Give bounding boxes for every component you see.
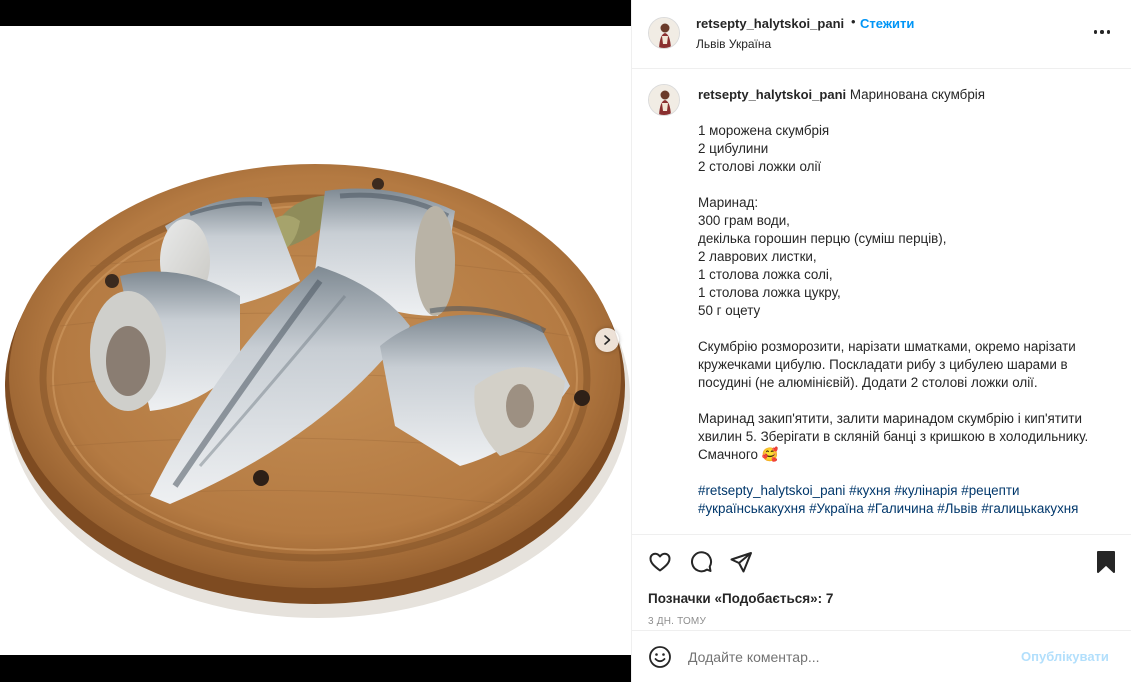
caption-username[interactable]: retsepty_halytskoi_pani xyxy=(698,87,846,102)
caption-line: 2 столові ложки олії xyxy=(698,159,822,174)
follow-button[interactable]: Стежити xyxy=(860,16,914,31)
caption-line: 2 цибулини xyxy=(698,141,769,156)
separator-dot: • xyxy=(851,14,856,29)
caption-area: retsepty_halytskoi_pani Маринована скумб… xyxy=(632,69,1131,534)
publish-button[interactable]: Опублікувати xyxy=(1021,649,1109,664)
header-username[interactable]: retsepty_halytskoi_pani xyxy=(696,16,844,31)
caption-line: Скумбрію розморозити, нарізати шматками,… xyxy=(698,339,1080,390)
more-dot xyxy=(1106,30,1111,34)
caption-line: Смачного 🥰 xyxy=(698,447,779,462)
chevron-right-icon xyxy=(604,335,611,345)
comment-bar: Опублікувати xyxy=(632,630,1131,682)
hashtag-link[interactable]: #retsepty_halytskoi_pani xyxy=(698,483,845,498)
caption-line: 2 лаврових листки, xyxy=(698,249,817,264)
next-photo-button[interactable] xyxy=(595,328,619,352)
caption-blank-line xyxy=(698,176,1113,194)
hashtag-link[interactable]: #рецепти xyxy=(961,483,1019,498)
heart-icon[interactable] xyxy=(648,550,672,574)
post-actions: Позначки «Подобається»: 7 3 ДН. ТОМУ xyxy=(632,534,1131,630)
caption-blank-line xyxy=(698,392,1113,410)
hashtag-link[interactable]: #українськакухня xyxy=(698,501,805,516)
comment-icon[interactable] xyxy=(689,550,713,574)
location-link[interactable]: Львів Україна xyxy=(696,37,771,51)
smiley-icon[interactable] xyxy=(648,645,672,669)
avatar-image xyxy=(649,18,679,48)
caption-blank-line xyxy=(698,320,1113,338)
hashtag-link[interactable]: #кулінарія xyxy=(894,483,957,498)
caption-line: 1 столова ложка цукру, xyxy=(698,285,841,300)
mackerel-photo xyxy=(5,164,630,618)
comment-input[interactable] xyxy=(688,645,1008,669)
caption-line: Маринад закип'ятити, залити маринадом ск… xyxy=(698,411,1089,444)
caption-line: 1 столова ложка солі, xyxy=(698,267,833,282)
caption-text: retsepty_halytskoi_pani Маринована скумб… xyxy=(698,86,1113,518)
caption-avatar[interactable] xyxy=(648,84,680,116)
avatar[interactable] xyxy=(648,17,680,49)
hashtag-link[interactable]: #Україна xyxy=(809,501,864,516)
hashtag-list: #retsepty_halytskoi_pani #кухня #кулінар… xyxy=(698,482,1113,518)
caption-title: Маринована скумбрія xyxy=(849,87,986,102)
post-side-panel: retsepty_halytskoi_pani • Стежити Львів … xyxy=(631,0,1131,682)
bookmark-icon[interactable] xyxy=(1094,550,1118,574)
caption-line: 1 морожена скумбрія xyxy=(698,123,830,138)
post-timestamp: 3 ДН. ТОМУ xyxy=(648,616,707,627)
caption-line: 50 г оцету xyxy=(698,303,761,318)
hashtag-link[interactable]: #галицькакухня xyxy=(981,501,1078,516)
more-dot xyxy=(1100,30,1104,34)
more-dot xyxy=(1093,30,1098,34)
post-header: retsepty_halytskoi_pani • Стежити Львів … xyxy=(632,0,1131,69)
hashtag-link[interactable]: #кухня xyxy=(849,483,891,498)
caption-line: декілька горошин перцю (суміш перців), xyxy=(698,231,947,246)
more-options-icon[interactable] xyxy=(1088,22,1116,42)
post-media xyxy=(0,0,631,682)
caption-body: 1 морожена скумбрія 2 цибулини 2 столові л… xyxy=(698,122,1113,464)
post-modal: retsepty_halytskoi_pani • Стежити Львів … xyxy=(0,0,1131,682)
caption-line: 300 грам води, xyxy=(698,213,790,228)
likes-count[interactable]: Позначки «Подобається»: 7 xyxy=(648,591,833,606)
paper-plane-icon[interactable] xyxy=(729,550,753,574)
caption-line: Маринад: xyxy=(698,195,759,210)
post-photo xyxy=(0,26,631,655)
hashtag-link[interactable]: #Львів xyxy=(937,501,977,516)
hashtag-link[interactable]: #Галичина xyxy=(867,501,933,516)
avatar-image xyxy=(649,85,679,115)
caption-first-line: retsepty_halytskoi_pani Маринована скумб… xyxy=(698,86,1113,104)
